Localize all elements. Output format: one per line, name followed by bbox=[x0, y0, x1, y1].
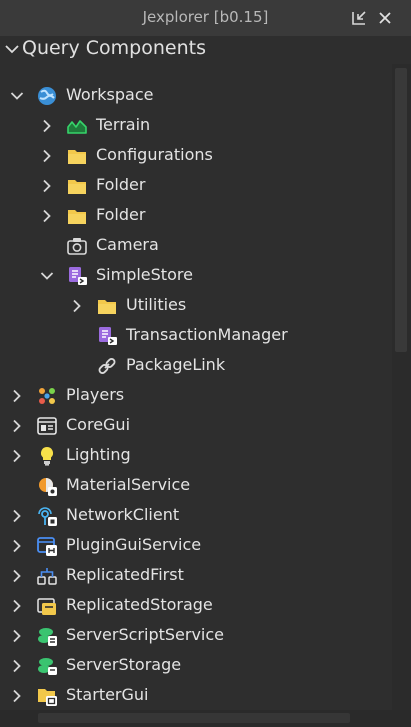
tree-item-label: StarterGui bbox=[66, 685, 149, 704]
plugin-gui-service-icon bbox=[37, 537, 57, 556]
tree-item-label: NetworkClient bbox=[66, 505, 180, 524]
horizontal-scroll-thumb[interactable] bbox=[38, 713, 350, 723]
replicated-first-icon bbox=[37, 568, 57, 585]
query-components-header[interactable]: Query Components bbox=[0, 36, 411, 64]
coregui-icon bbox=[37, 417, 57, 435]
replicated-storage-icon bbox=[37, 598, 56, 615]
tree-item[interactable]: Configurations bbox=[0, 141, 390, 171]
chevron-right-icon[interactable] bbox=[10, 389, 24, 403]
tree-item[interactable]: ServerStorage bbox=[0, 651, 390, 681]
workspace-icon bbox=[38, 87, 56, 105]
chevron-right-icon[interactable] bbox=[10, 659, 24, 673]
vertical-scroll-thumb[interactable] bbox=[395, 68, 407, 352]
tree-item[interactable]: SimpleStore bbox=[0, 261, 390, 291]
tree-item-label: Terrain bbox=[96, 115, 151, 134]
tree-item-label: Players bbox=[66, 385, 125, 404]
tree-item[interactable]: TransactionManager bbox=[0, 321, 390, 351]
tree-item[interactable]: PackageLink bbox=[0, 351, 390, 381]
tree-item-label: PackageLink bbox=[126, 355, 226, 374]
chevron-right-icon[interactable] bbox=[10, 539, 24, 553]
chevron-down-icon[interactable] bbox=[4, 41, 20, 57]
chevron-right-icon[interactable] bbox=[70, 299, 84, 313]
material-service-icon bbox=[39, 478, 57, 496]
chevron-right-icon[interactable] bbox=[10, 629, 24, 643]
link-icon bbox=[98, 358, 116, 374]
tree-item[interactable]: NetworkClient bbox=[0, 501, 390, 531]
tree-item[interactable]: PluginGuiService bbox=[0, 531, 390, 561]
tree-item-label: Lighting bbox=[66, 445, 131, 464]
tree-item-label: Folder bbox=[96, 205, 146, 224]
network-client-icon bbox=[38, 507, 57, 526]
tree-item[interactable]: Utilities bbox=[0, 291, 390, 321]
query-components-label: Query Components bbox=[22, 37, 206, 59]
tree-item[interactable]: StarterGui bbox=[0, 681, 390, 711]
chevron-right-icon[interactable] bbox=[10, 449, 24, 463]
tree-item-label: Folder bbox=[96, 175, 146, 194]
package-script-icon bbox=[99, 327, 117, 345]
chevron-right-icon[interactable] bbox=[10, 599, 24, 613]
camera-icon bbox=[67, 238, 87, 255]
tree-item[interactable]: Players bbox=[0, 381, 390, 411]
folder-icon bbox=[68, 210, 86, 224]
tree-item[interactable]: ReplicatedStorage bbox=[0, 591, 390, 621]
tree-item[interactable]: CoreGui bbox=[0, 411, 390, 441]
chevron-down-icon[interactable] bbox=[40, 269, 54, 283]
tree-item-label: MaterialService bbox=[66, 475, 191, 494]
chevron-down-icon[interactable] bbox=[10, 89, 24, 103]
folder-icon bbox=[68, 150, 86, 164]
tree-item-label: PluginGuiService bbox=[66, 535, 202, 554]
chevron-right-icon[interactable] bbox=[40, 119, 54, 133]
tree-item[interactable]: Camera bbox=[0, 231, 390, 261]
tree-item[interactable]: Lighting bbox=[0, 441, 390, 471]
title-bar: Jexplorer [b0.15] bbox=[0, 0, 411, 37]
chevron-right-icon[interactable] bbox=[40, 179, 54, 193]
tree-item-label: TransactionManager bbox=[126, 325, 288, 344]
tree-item[interactable]: Terrain bbox=[0, 111, 390, 141]
chevron-right-icon[interactable] bbox=[10, 419, 24, 433]
tree-item[interactable]: ServerScriptService bbox=[0, 621, 390, 651]
tree-item-label: ReplicatedFirst bbox=[66, 565, 184, 584]
tree-item-label: ServerStorage bbox=[66, 655, 182, 674]
tree-item[interactable]: Workspace bbox=[0, 81, 390, 111]
tree-item[interactable]: Folder bbox=[0, 171, 390, 201]
folder-icon bbox=[68, 180, 86, 194]
chevron-right-icon[interactable] bbox=[10, 569, 24, 583]
package-script-icon bbox=[69, 267, 87, 285]
folder-icon bbox=[98, 300, 116, 314]
tree-item-label: Utilities bbox=[126, 295, 187, 314]
close-icon[interactable] bbox=[376, 9, 394, 27]
lightbulb-icon bbox=[40, 446, 54, 466]
server-script-service-icon bbox=[38, 628, 57, 646]
tree-item-label: ServerScriptService bbox=[66, 625, 225, 644]
tree-item[interactable]: Folder bbox=[0, 201, 390, 231]
tree-item-label: Workspace bbox=[66, 85, 154, 104]
tree-item-label: Camera bbox=[96, 235, 159, 254]
starter-gui-icon bbox=[38, 689, 57, 706]
tree-item[interactable]: ReplicatedFirst bbox=[0, 561, 390, 591]
chevron-right-icon[interactable] bbox=[10, 689, 24, 703]
server-storage-icon bbox=[38, 658, 57, 675]
tree-item[interactable]: MaterialService bbox=[0, 471, 390, 501]
dock-icon[interactable] bbox=[350, 9, 368, 27]
tree-item-label: SimpleStore bbox=[96, 265, 193, 284]
chevron-right-icon[interactable] bbox=[40, 149, 54, 163]
tree-item-label: CoreGui bbox=[66, 415, 131, 434]
tree-item-label: Configurations bbox=[96, 145, 213, 164]
chevron-right-icon[interactable] bbox=[40, 209, 54, 223]
players-icon bbox=[39, 388, 55, 404]
chevron-right-icon[interactable] bbox=[10, 509, 24, 523]
terrain-icon bbox=[67, 120, 87, 134]
tree-item-label: ReplicatedStorage bbox=[66, 595, 213, 614]
